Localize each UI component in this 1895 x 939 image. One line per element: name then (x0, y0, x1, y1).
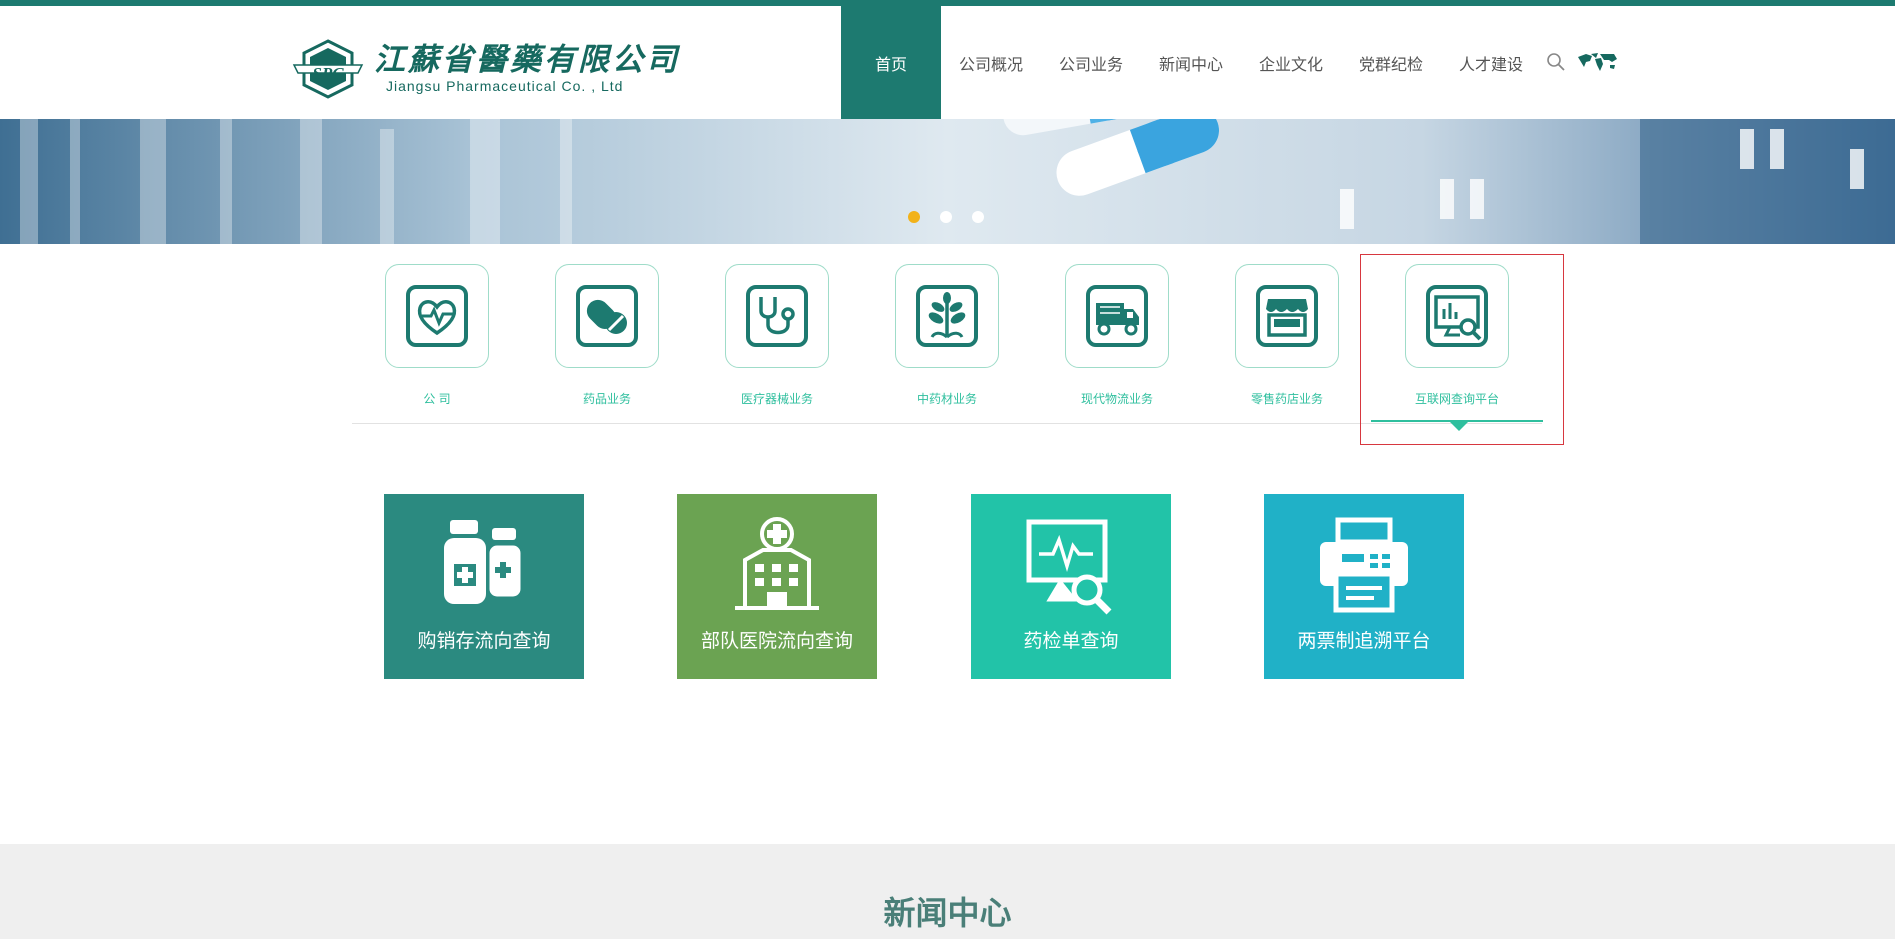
printer-icon (1320, 517, 1408, 613)
news-section: 新闻中心 (0, 844, 1895, 939)
company-logo[interactable]: SPC 江蘇省醫藥有限公司 Jiangsu Pharmaceutical Co.… (292, 38, 680, 100)
world-map-icon[interactable] (1576, 51, 1618, 73)
business-tab-herbal[interactable]: 中药材业务 (895, 264, 999, 406)
banner-image (0, 119, 1895, 244)
site-header: SPC 江蘇省醫藥有限公司 Jiangsu Pharmaceutical Co.… (0, 6, 1895, 119)
business-tab-retail[interactable]: 零售药店业务 (1235, 264, 1339, 406)
banner-pagination (908, 211, 984, 223)
hospital-icon (735, 517, 819, 610)
nav-news-center[interactable]: 新闻中心 (1141, 6, 1241, 119)
tile-military-hospital-query[interactable]: 部队医院流向查询 (677, 494, 877, 679)
business-tab-medical-devices[interactable]: 医疗器械业务 (725, 264, 829, 406)
selected-tab-outline (1360, 254, 1564, 445)
banner-dot-2[interactable] (940, 211, 952, 223)
business-tab-logistics[interactable]: 现代物流业务 (1065, 264, 1169, 406)
main-nav: 首页 公司概况 公司业务 新闻中心 企业文化 党群纪检 人才建设 (841, 6, 1541, 119)
truck-icon (1086, 285, 1148, 347)
tile-drug-inspection-query[interactable]: 药检单查询 (971, 494, 1171, 679)
business-tab-drugs[interactable]: 药品业务 (555, 264, 659, 406)
nav-talent[interactable]: 人才建设 (1441, 6, 1541, 119)
banner-dot-1[interactable] (908, 211, 920, 223)
stethoscope-icon (746, 285, 808, 347)
company-name-cn: 江蘇省醫藥有限公司 (374, 42, 680, 78)
search-icon[interactable] (1546, 52, 1566, 72)
monitor-pulse-search-icon (1026, 519, 1112, 615)
hero-banner[interactable] (0, 119, 1895, 244)
banner-dot-3[interactable] (972, 211, 984, 223)
nav-corporate-culture[interactable]: 企业文化 (1241, 6, 1341, 119)
svg-text:SPC: SPC (312, 64, 344, 83)
news-section-title: 新闻中心 (883, 895, 1012, 931)
herb-tree-icon (916, 285, 978, 347)
nav-party-discipline[interactable]: 党群纪检 (1341, 6, 1441, 119)
nav-home[interactable]: 首页 (841, 6, 941, 119)
business-tab-company[interactable]: 公 司 (385, 264, 489, 406)
pill-capsule-icon (576, 285, 638, 347)
company-name-en: Jiangsu Pharmaceutical Co. , Ltd (386, 78, 624, 94)
nav-company-overview[interactable]: 公司概况 (941, 6, 1041, 119)
medicine-bottles-icon (444, 520, 524, 604)
nav-company-business[interactable]: 公司业务 (1041, 6, 1141, 119)
storefront-icon (1256, 285, 1318, 347)
spc-logo-icon: SPC (292, 39, 364, 99)
tile-two-invoice-trace-platform[interactable]: 两票制追溯平台 (1264, 494, 1464, 679)
heart-pulse-icon (406, 285, 468, 347)
tile-purchase-sales-inventory-query[interactable]: 购销存流向查询 (384, 494, 584, 679)
